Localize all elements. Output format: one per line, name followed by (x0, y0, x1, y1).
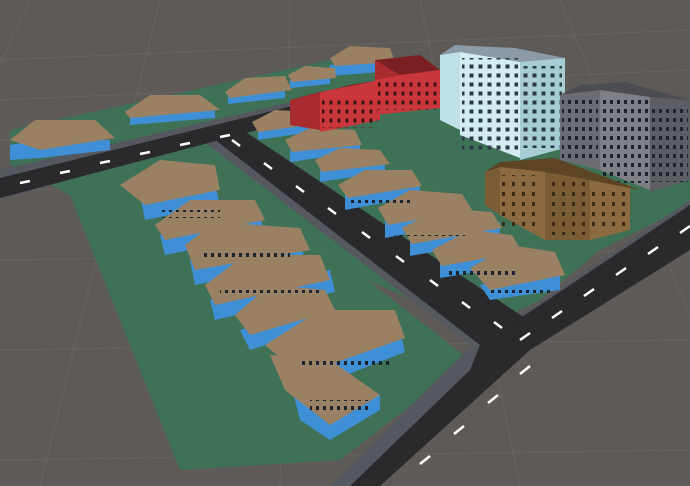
city-scene[interactable] (0, 0, 690, 486)
game-viewport[interactable] (0, 0, 690, 486)
